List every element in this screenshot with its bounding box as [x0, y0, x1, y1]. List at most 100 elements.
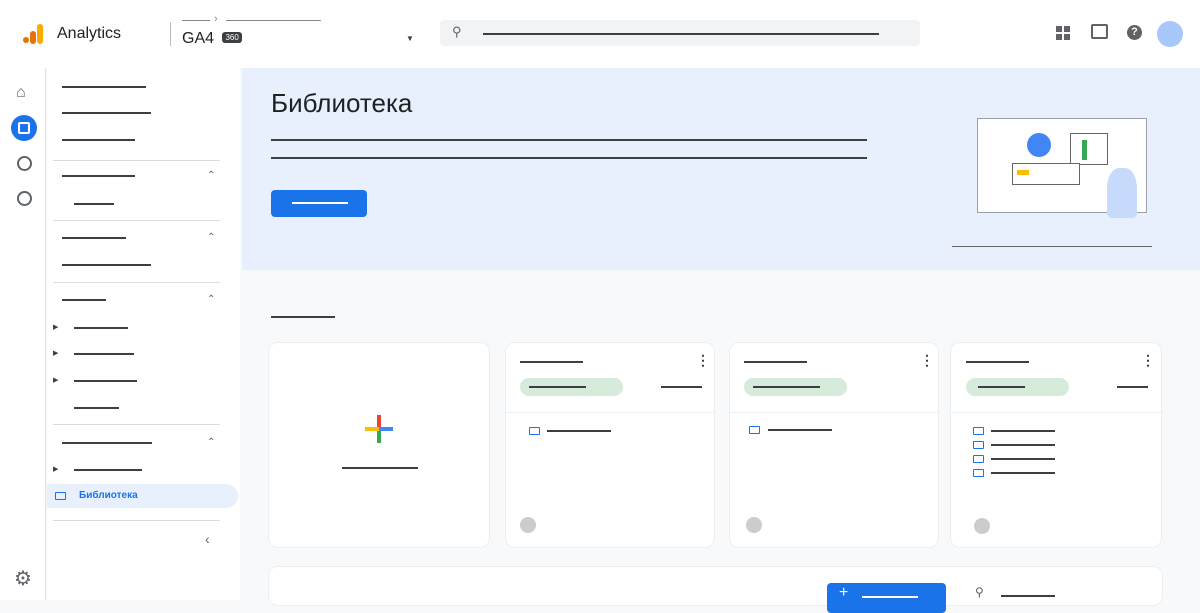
expand-arrow-icon[interactable]: ▶: [53, 323, 58, 331]
create-new-card[interactable]: [268, 342, 490, 548]
folder-icon: [973, 455, 984, 463]
folder-icon: [973, 441, 984, 449]
nav-section[interactable]: [62, 299, 106, 301]
status-chip: [520, 378, 623, 396]
create-new-label: [342, 467, 418, 469]
analytics-logo-icon: [23, 24, 45, 44]
card-meta: [1117, 386, 1148, 388]
create-report-button[interactable]: +: [827, 583, 946, 613]
nav-item-library[interactable]: Библиотека: [47, 484, 238, 508]
badge-360: 360: [222, 32, 241, 43]
dropdown-arrow-icon: ▼: [406, 34, 414, 43]
nav-item[interactable]: [74, 380, 137, 382]
more-menu-icon[interactable]: ⋮: [696, 352, 710, 369]
feedback-icon[interactable]: [1091, 24, 1108, 39]
nav-item[interactable]: [74, 353, 134, 355]
home-icon[interactable]: ⌂: [16, 84, 26, 102]
google-plus-icon: [365, 415, 393, 443]
expand-arrow-icon[interactable]: ▶: [53, 465, 58, 473]
more-menu-icon[interactable]: ⋮: [1141, 352, 1155, 369]
nav-divider: [53, 160, 220, 161]
nav-item[interactable]: [74, 407, 119, 409]
property-selector[interactable]: GA4 360 ▼: [182, 30, 417, 50]
nav-item[interactable]: [74, 203, 114, 205]
nav-item[interactable]: [62, 86, 146, 88]
app-name: Analytics: [57, 25, 121, 43]
collection-card[interactable]: ⋮: [950, 342, 1162, 548]
table-search-placeholder[interactable]: [1001, 595, 1055, 597]
primary-action-button[interactable]: [271, 190, 367, 217]
nav-item[interactable]: [62, 139, 135, 141]
hero-description-line: [271, 157, 867, 159]
status-chip: [966, 378, 1069, 396]
status-chip: [744, 378, 847, 396]
header-divider: [170, 22, 171, 46]
nav-divider: [53, 520, 220, 521]
folder-label: [547, 430, 611, 432]
advertising-icon[interactable]: [17, 191, 32, 206]
folder-icon: [749, 426, 760, 434]
plus-icon: +: [839, 584, 848, 602]
nav-item-library-label: Библиотека: [79, 490, 138, 501]
nav-divider: [53, 424, 220, 425]
search-input[interactable]: ⚲: [440, 20, 920, 46]
nav-section[interactable]: [62, 175, 135, 177]
hero-description-line: [271, 139, 867, 141]
explore-icon[interactable]: [17, 156, 32, 171]
owner-avatar: [974, 518, 990, 534]
folder-icon: [529, 427, 540, 435]
reports-table-card: + ⚲: [268, 566, 1163, 606]
breadcrumb-account[interactable]: [182, 20, 210, 21]
collection-card[interactable]: ⋮: [505, 342, 715, 548]
folder-icon: [973, 469, 984, 477]
more-menu-icon[interactable]: ⋮: [920, 352, 934, 369]
hero-illustration: [952, 98, 1152, 248]
chevron-up-icon[interactable]: ⌃: [207, 170, 215, 181]
card-divider: [730, 412, 940, 413]
settings-gear-icon[interactable]: ⚙: [14, 566, 32, 591]
left-rail: ⌂ ⚙: [0, 68, 46, 600]
card-title: [966, 361, 1029, 363]
top-bar: Analytics › GA4 360 ▼ ⚲ ?: [0, 0, 1200, 68]
avatar[interactable]: [1157, 21, 1183, 47]
folder-label: [991, 444, 1055, 446]
chevron-up-icon[interactable]: ⌃: [207, 294, 215, 305]
folder-label: [991, 430, 1055, 432]
chevron-up-icon[interactable]: ⌃: [207, 437, 215, 448]
expand-arrow-icon[interactable]: ▶: [53, 349, 58, 357]
owner-avatar: [746, 517, 762, 533]
chevron-up-icon[interactable]: ⌃: [207, 232, 215, 243]
table-search-icon[interactable]: ⚲: [975, 585, 984, 599]
folder-label: [991, 458, 1055, 460]
card-divider: [951, 412, 1163, 413]
folder-icon: [973, 427, 984, 435]
nav-item[interactable]: [74, 469, 142, 471]
search-icon: ⚲: [452, 24, 462, 40]
folder-label: [768, 429, 832, 431]
owner-avatar: [520, 517, 536, 533]
nav-divider: [53, 282, 220, 283]
card-title: [744, 361, 807, 363]
nav-item[interactable]: [62, 264, 151, 266]
collapse-nav-button[interactable]: ‹: [205, 531, 210, 547]
nav-section[interactable]: [62, 237, 126, 239]
card-title: [520, 361, 583, 363]
apps-grid-icon[interactable]: [1056, 26, 1070, 40]
nav-item[interactable]: [62, 112, 151, 114]
help-icon[interactable]: ?: [1127, 25, 1142, 40]
search-placeholder: [483, 33, 879, 35]
folder-icon: [55, 492, 66, 500]
nav-divider: [53, 220, 220, 221]
nav-section[interactable]: [62, 442, 152, 444]
card-divider: [506, 412, 716, 413]
nav-item[interactable]: [74, 327, 128, 329]
breadcrumb-chevron-icon: ›: [214, 13, 218, 25]
expand-arrow-icon[interactable]: ▶: [53, 376, 58, 384]
reports-icon[interactable]: [11, 115, 37, 141]
library-hero: Библиотека: [242, 68, 1200, 270]
section-heading: [271, 316, 335, 318]
page-title: Библиотека: [271, 88, 412, 119]
breadcrumb-property[interactable]: [226, 20, 321, 21]
collection-card[interactable]: ⋮: [729, 342, 939, 548]
folder-label: [991, 472, 1055, 474]
